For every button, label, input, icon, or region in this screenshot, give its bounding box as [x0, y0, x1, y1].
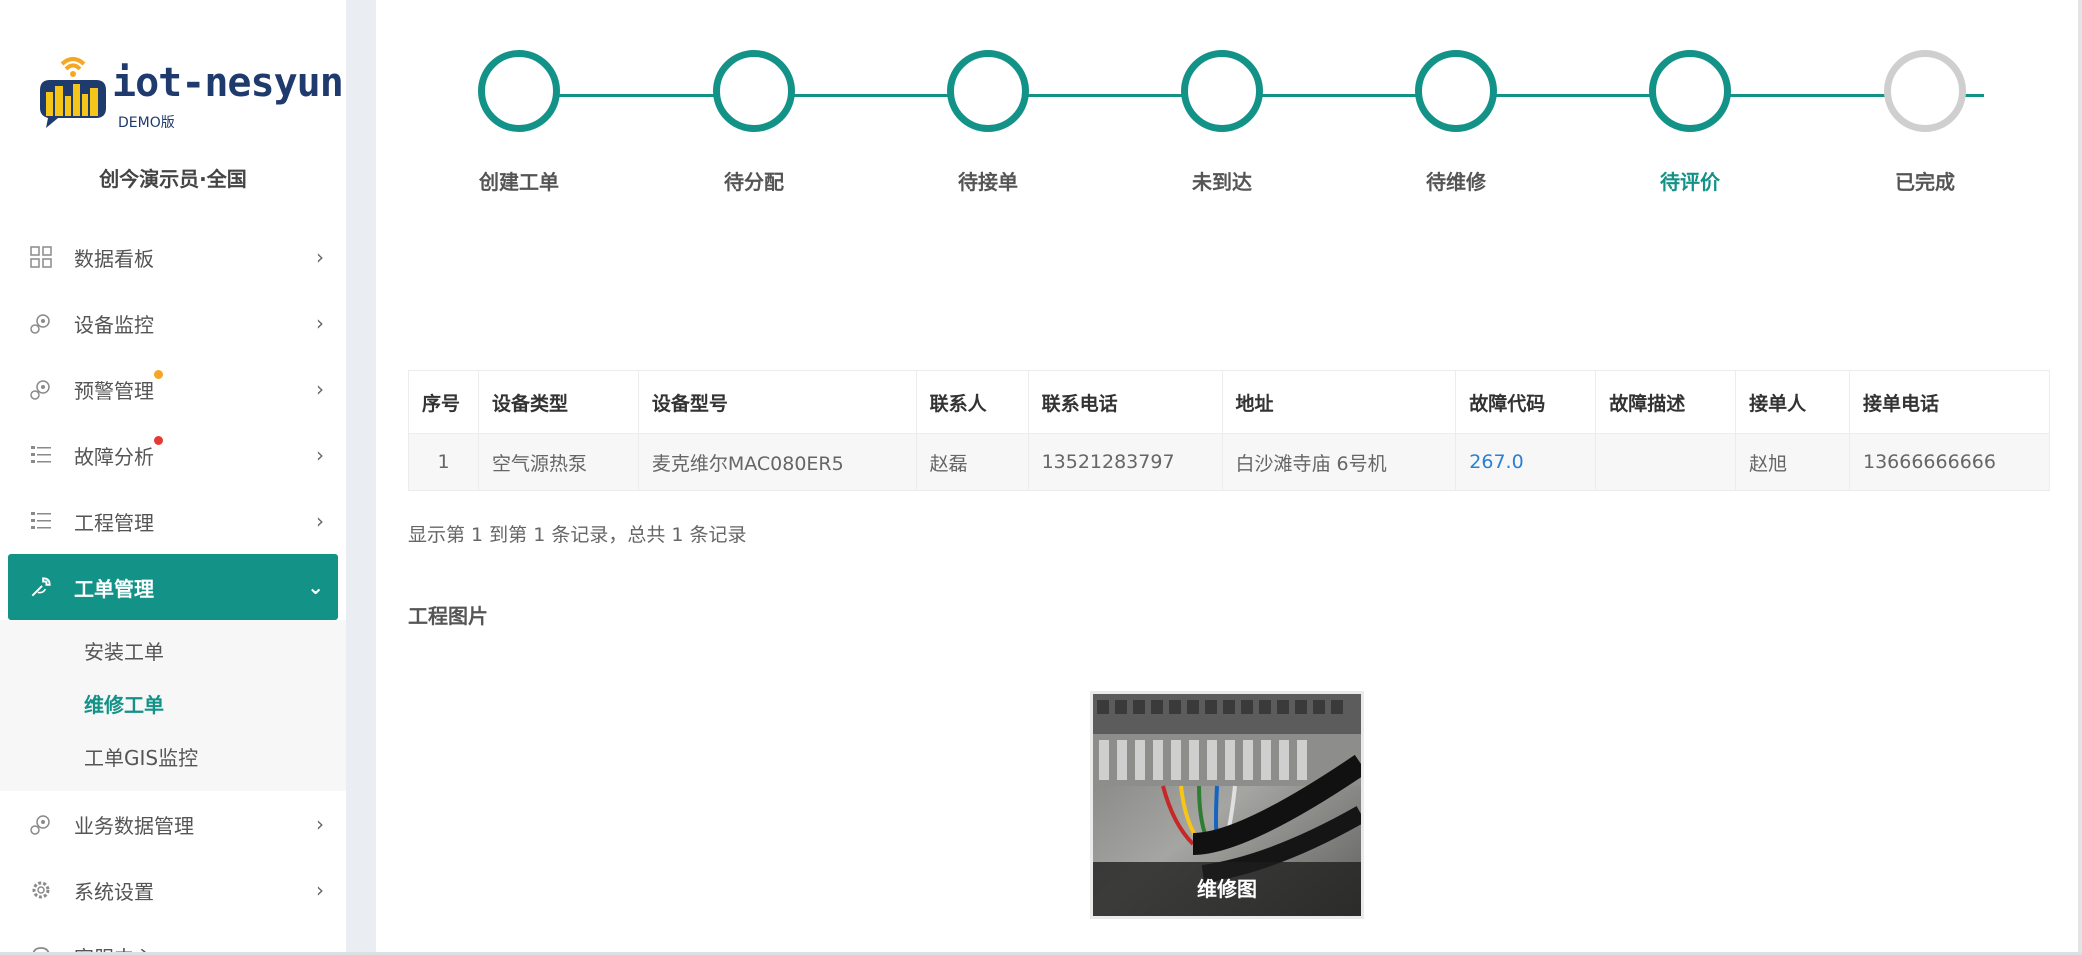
sidebar-item-label: 系统设置 [74, 879, 154, 904]
sidebar-item-work-order-management[interactable]: 工单管理 ⌄ [8, 554, 338, 620]
step-circle-complete [1884, 50, 1966, 132]
gear-icon [26, 308, 56, 338]
sidebar-item-label: 预警管理 [74, 378, 154, 403]
column-header[interactable]: 设备型号 [637, 370, 917, 434]
chevron-right-icon: › [316, 878, 324, 902]
column-header[interactable]: 联系人 [915, 370, 1029, 434]
sidebar-item-system-settings[interactable]: 系统设置 › [0, 857, 346, 923]
sidebar-item-label: 业务数据管理 [74, 813, 194, 838]
step-circle-arrive [1181, 50, 1263, 132]
cell-contact: 赵磊 [915, 433, 1029, 491]
column-header[interactable]: 设备类型 [477, 370, 639, 434]
cell-device-model: 麦克维尔MAC080ER5 [637, 433, 917, 491]
cell-address: 白沙滩寺庙 6号机 [1221, 433, 1457, 491]
sidebar-item-device-monitor[interactable]: 设备监控 › [0, 290, 346, 356]
step-circle-accept [947, 50, 1029, 132]
chevron-down-icon: ⌄ [307, 575, 324, 599]
cell-assignee-phone: 13666666666 [1848, 433, 2051, 491]
sidebar-subitem-install-order[interactable]: 安装工单 [0, 626, 346, 679]
chevron-right-icon: › [316, 812, 324, 836]
main-content: 创建工单 待分配 待接单 未到达 待维修 待评价 已完成 序号 设备类型 设备型… [376, 0, 2082, 955]
notification-dot [154, 436, 163, 445]
cell-index: 1 [408, 433, 479, 491]
cell-assignee: 赵旭 [1735, 433, 1850, 491]
photo-caption: 维修图 [1093, 862, 1361, 916]
brand-logo[interactable]: iot-nesyun DEMO版 [36, 50, 344, 136]
pagination-info: 显示第 1 到第 1 条记录，总共 1 条记录 [408, 524, 747, 546]
step-label-accept: 待接单 [958, 170, 1018, 194]
sidebar: iot-nesyun DEMO版 创今演示员·全国 数据看板 › 设备监控 › … [0, 0, 346, 955]
column-header[interactable]: 序号 [408, 370, 479, 434]
step-label-arrive: 未到达 [1192, 170, 1252, 194]
sidebar-gutter [346, 0, 376, 955]
cell-fault-description [1595, 433, 1737, 491]
step-label-evaluate: 待评价 [1660, 170, 1720, 194]
work-order-submenu: 安装工单 维修工单 工单GIS监控 [0, 620, 346, 791]
table-row[interactable]: 1 空气源热泵 麦克维尔MAC080ER5 赵磊 13521283797 白沙滩… [408, 433, 2051, 491]
scrollbar-track[interactable] [2078, 0, 2082, 955]
sidebar-item-customer-service[interactable]: 客服中心 › [0, 923, 346, 955]
step-label-create: 创建工单 [479, 170, 559, 194]
step-label-repair: 待维修 [1426, 170, 1486, 194]
table-header-row: 序号 设备类型 设备型号 联系人 联系电话 地址 故障代码 故障描述 接单人 接… [408, 370, 2051, 434]
sidebar-item-dashboard[interactable]: 数据看板 › [0, 224, 346, 290]
sidebar-item-label: 工程管理 [74, 510, 154, 535]
cell-contact-phone: 13521283797 [1027, 433, 1223, 491]
column-header[interactable]: 联系电话 [1027, 370, 1223, 434]
sidebar-item-label: 工单管理 [74, 576, 154, 601]
step-circle-create [478, 50, 560, 132]
cell-device-type: 空气源热泵 [477, 433, 639, 491]
brand-edition: DEMO版 [118, 115, 175, 131]
column-header[interactable]: 接单人 [1735, 370, 1850, 434]
sidebar-menu: 数据看板 › 设备监控 › 预警管理 › 故障分析 › 工程管理 › 工单管理 … [0, 224, 346, 955]
sidebar-item-label: 故障分析 [74, 444, 154, 469]
list-icon [26, 440, 56, 470]
sidebar-item-label: 设备监控 [74, 312, 154, 337]
sidebar-item-business-data[interactable]: 业务数据管理 › [0, 791, 346, 857]
chevron-right-icon: › [316, 311, 324, 335]
step-circle-repair [1415, 50, 1497, 132]
chevron-right-icon: › [316, 443, 324, 467]
sidebar-item-fault-analysis[interactable]: 故障分析 › [0, 422, 346, 488]
repair-photo-thumbnail[interactable]: 维修图 [1090, 691, 1364, 919]
chevron-right-icon: › [316, 245, 324, 269]
step-label-complete: 已完成 [1895, 170, 1955, 194]
step-label-assign: 待分配 [724, 170, 784, 194]
column-header[interactable]: 故障代码 [1455, 370, 1597, 434]
list-icon [26, 506, 56, 536]
settings-icon [26, 875, 56, 905]
column-header[interactable]: 接单电话 [1848, 370, 2051, 434]
notification-dot [154, 370, 163, 379]
column-header[interactable]: 故障描述 [1595, 370, 1737, 434]
work-order-table: 序号 设备类型 设备型号 联系人 联系电话 地址 故障代码 故障描述 接单人 接… [408, 370, 2051, 491]
step-circle-evaluate [1649, 50, 1731, 132]
wrench-icon [26, 572, 56, 602]
sidebar-item-project-management[interactable]: 工程管理 › [0, 488, 346, 554]
work-order-progress: 创建工单 待分配 待接单 未到达 待维修 待评价 已完成 [376, 0, 2082, 220]
sidebar-subitem-repair-order[interactable]: 维修工单 [0, 679, 346, 732]
chevron-right-icon: › [316, 509, 324, 533]
sidebar-item-alert-management[interactable]: 预警管理 › [0, 356, 346, 422]
sidebar-item-label: 数据看板 [74, 246, 154, 271]
sidebar-subitem-gis-monitor[interactable]: 工单GIS监控 [0, 732, 346, 785]
brand-name: iot-nesyun [112, 60, 344, 106]
current-user-name: 创今演示员·全国 [99, 167, 247, 191]
cell-fault-code-link[interactable]: 267.0 [1455, 433, 1597, 491]
grid-icon [26, 242, 56, 272]
city-wifi-logo-icon [40, 57, 106, 128]
gear-icon [26, 809, 56, 839]
project-photos-title: 工程图片 [408, 604, 488, 628]
gear-icon [26, 374, 56, 404]
chevron-right-icon: › [316, 377, 324, 401]
step-circle-assign [713, 50, 795, 132]
column-header[interactable]: 地址 [1221, 370, 1457, 434]
